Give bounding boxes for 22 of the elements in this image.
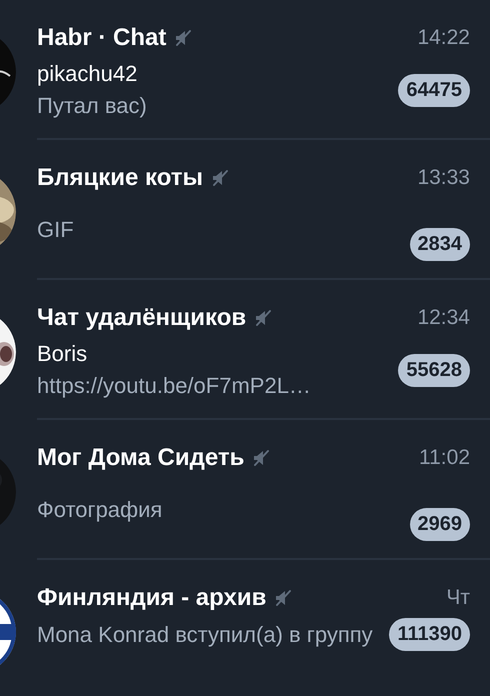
unread-count: 111390	[389, 618, 470, 651]
chat-name: Мог Дома Сидеть	[37, 444, 244, 472]
message-preview: Путал вас)	[37, 92, 148, 120]
sender-name: pikachu42	[37, 60, 138, 88]
chat-time: 13:33	[417, 166, 470, 190]
unread-count: 2969	[410, 508, 470, 541]
chat-time: 12:34	[417, 306, 470, 330]
chat-time: 11:02	[419, 446, 470, 470]
chat-time: 14:22	[417, 26, 470, 50]
chat-time: Чт	[446, 586, 470, 610]
sender-name: Boris	[37, 340, 88, 368]
message-preview: https://youtu.be/oF7mP2L…	[37, 372, 312, 400]
message-preview: Mona Konrad вступил(а) в группу	[37, 620, 374, 649]
message-preview: Фотография	[37, 496, 164, 524]
chat-name: Финляндия - архив	[37, 584, 266, 612]
chat-name: Habr · Chat	[37, 24, 166, 52]
unread-count: 2834	[410, 228, 470, 261]
message-preview: GIF	[37, 216, 75, 244]
unread-count: 55628	[398, 354, 470, 386]
chat-name: Бляцкие коты	[37, 164, 204, 192]
unread-count: 64475	[398, 74, 470, 106]
chat-name: Чат удалёнщиков	[37, 304, 246, 332]
